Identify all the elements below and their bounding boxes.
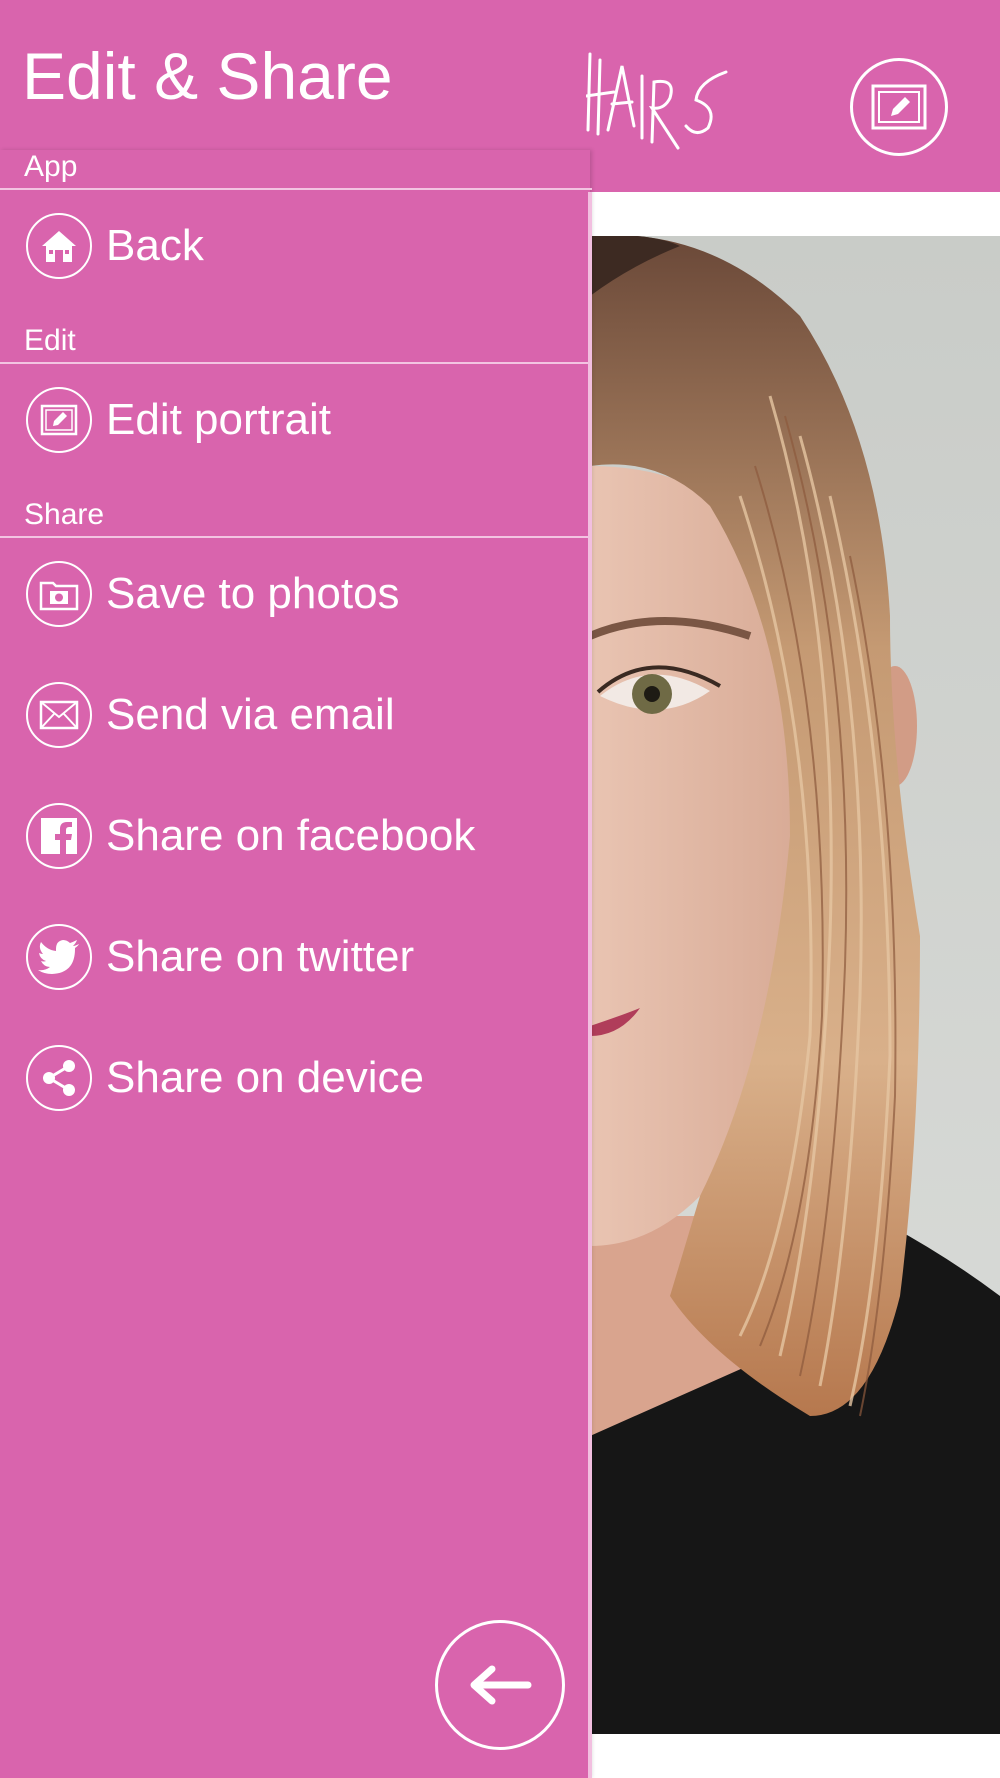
house-icon — [26, 213, 92, 279]
menu-item-label: Edit portrait — [106, 395, 331, 444]
envelope-icon — [26, 682, 92, 748]
menu-item-share-twitter[interactable]: Share on twitter — [0, 905, 590, 1009]
edit-portrait-top-button[interactable] — [850, 58, 948, 156]
drawer-edge — [588, 192, 592, 1778]
divider — [0, 362, 592, 364]
menu-item-label: Share on twitter — [106, 932, 415, 981]
camera-folder-icon — [26, 561, 92, 627]
side-drawer: App Back Edit Edit portrait Share Save t… — [0, 150, 592, 1778]
page-title: Edit & Share — [22, 39, 393, 113]
menu-item-send-via-email[interactable]: Send via email — [0, 663, 590, 767]
section-label-edit: Edit — [24, 324, 76, 357]
menu-item-back[interactable]: Back — [0, 194, 590, 298]
twitter-icon — [26, 924, 92, 990]
menu-item-label: Back — [106, 221, 204, 270]
divider — [0, 188, 592, 190]
section-label-app: App — [24, 150, 78, 183]
section-label-share: Share — [24, 498, 105, 531]
arrow-left-icon — [470, 1665, 532, 1705]
menu-item-share-facebook[interactable]: Share on facebook — [0, 784, 590, 888]
menu-item-label: Share on facebook — [106, 811, 476, 860]
menu-item-label: Save to photos — [106, 569, 400, 618]
menu-item-save-to-photos[interactable]: Save to photos — [0, 542, 590, 646]
menu-item-share-device[interactable]: Share on device — [0, 1026, 590, 1130]
divider — [0, 536, 592, 538]
hairs-logo — [586, 52, 728, 150]
facebook-icon — [26, 803, 92, 869]
close-drawer-button[interactable] — [435, 1620, 565, 1750]
share-nodes-icon — [26, 1045, 92, 1111]
portrait-photo[interactable] — [590, 236, 1000, 1734]
menu-item-edit-portrait[interactable]: Edit portrait — [0, 368, 590, 472]
menu-item-label: Send via email — [106, 690, 395, 739]
menu-item-label: Share on device — [106, 1053, 424, 1102]
pencil-frame-icon — [26, 387, 92, 453]
pencil-frame-icon — [871, 84, 927, 130]
